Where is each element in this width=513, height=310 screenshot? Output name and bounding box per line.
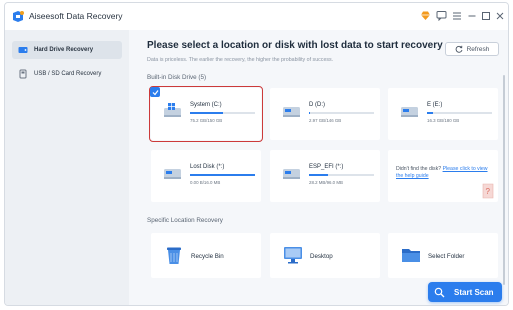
app-title: Aiseesoft Data Recovery <box>29 11 123 21</box>
svg-text:?: ? <box>486 187 491 196</box>
sidebar-item-label: Hard Drive Recovery <box>34 47 94 53</box>
hard-drive-icon <box>283 169 300 179</box>
drive-usage-bar <box>309 112 374 114</box>
checkmark-icon <box>152 89 158 95</box>
drive-usage-bar <box>309 174 374 176</box>
page-subtitle: Data is priceless. The earlier the recov… <box>147 57 334 63</box>
recycle-bin-icon <box>167 247 181 264</box>
drive-card-esp-efi[interactable]: ESP_EFI (*:) 28.2 MB/96.0 MB <box>270 150 380 202</box>
location-label: Select Folder <box>428 253 465 260</box>
scrollbar[interactable] <box>503 75 505 285</box>
menu-button[interactable] <box>450 8 464 23</box>
help-text: Didn't find the disk? Please click to vi… <box>396 166 491 180</box>
drive-card-lost-disk[interactable]: Lost Disk (*:) 0.00 B/16.0 MB <box>151 150 261 202</box>
minimize-button[interactable] <box>465 8 479 23</box>
minimize-icon <box>468 15 476 16</box>
drive-size: 75.2 GB/150 GB <box>190 118 223 123</box>
gift-button[interactable] <box>418 8 432 23</box>
drive-usage-bar <box>190 174 255 176</box>
drive-name: ESP_EFI (*:) <box>309 164 344 170</box>
feedback-button[interactable] <box>434 8 448 23</box>
desktop-monitor-icon <box>284 247 302 264</box>
builtin-disk-section-label: Built-in Disk Drive (5) <box>147 74 207 81</box>
drive-size: 2.97 GB/146 GB <box>309 118 342 123</box>
drive-name: D (D:) <box>309 102 325 108</box>
drive-size: 28.2 MB/96.0 MB <box>309 180 343 185</box>
app-logo-icon <box>13 11 24 22</box>
refresh-icon <box>455 45 463 53</box>
drive-card-e[interactable]: E (E:) 16.3 GB/180 GB <box>388 88 498 140</box>
drive-size: 0.00 B/16.0 MB <box>190 180 221 185</box>
scan-icon <box>434 287 445 297</box>
sidebar-item-label: USB / SD Card Recovery <box>34 71 102 77</box>
hard-drive-icon <box>283 107 300 117</box>
location-label: Desktop <box>310 253 333 260</box>
location-card-select-folder[interactable]: Select Folder <box>388 233 498 278</box>
help-document-icon: ? <box>482 183 494 199</box>
chat-icon <box>436 11 446 21</box>
start-scan-button[interactable]: Start Scan <box>428 282 502 302</box>
sidebar: Hard Drive Recovery USB / SD Card Recove… <box>5 30 129 305</box>
close-button[interactable] <box>493 8 507 23</box>
folder-icon <box>402 249 420 262</box>
maximize-icon <box>482 11 490 20</box>
drive-size: 16.3 GB/180 GB <box>427 118 460 123</box>
location-card-desktop[interactable]: Desktop <box>270 233 380 278</box>
drive-name: Lost Disk (*:) <box>190 164 225 170</box>
page-title: Please select a location or disk with lo… <box>147 40 443 51</box>
drive-usage-bar <box>427 112 492 114</box>
start-scan-label: Start Scan <box>454 287 494 297</box>
location-card-recycle-bin[interactable]: Recycle Bin <box>151 233 261 278</box>
close-icon <box>496 12 504 19</box>
maximize-button[interactable] <box>479 8 493 23</box>
specific-location-section-label: Specific Location Recovery <box>147 217 223 224</box>
main-panel: Please select a location or disk with lo… <box>129 30 508 305</box>
usb-drive-icon <box>19 69 27 79</box>
hard-drive-icon <box>18 47 28 53</box>
title-bar: Aiseesoft Data Recovery <box>5 3 508 30</box>
hard-drive-icon <box>164 169 181 179</box>
location-label: Recycle Bin <box>191 253 224 260</box>
app-window: Aiseesoft Data Recovery Hard Drive Recov… <box>4 2 509 306</box>
drive-name: E (E:) <box>427 102 443 108</box>
drive-usage-bar <box>190 112 255 114</box>
windows-drive-icon <box>164 103 181 117</box>
drive-card-system-c[interactable]: System (C:) 75.2 GB/150 GB <box>149 86 263 142</box>
gift-icon <box>420 11 430 20</box>
hard-drive-icon <box>401 107 418 117</box>
refresh-button[interactable]: Refresh <box>445 42 499 56</box>
sidebar-item-hard-drive-recovery[interactable]: Hard Drive Recovery <box>12 41 122 59</box>
hamburger-menu-icon <box>453 12 461 19</box>
help-card: Didn't find the disk? Please click to vi… <box>388 150 498 202</box>
checkbox-checked[interactable] <box>150 87 160 97</box>
refresh-label: Refresh <box>466 45 490 53</box>
help-prefix: Didn't find the disk? <box>396 166 443 172</box>
sidebar-item-usb-sd-card-recovery[interactable]: USB / SD Card Recovery <box>12 65 122 83</box>
drive-card-d[interactable]: D (D:) 2.97 GB/146 GB <box>270 88 380 140</box>
drive-name: System (C:) <box>190 102 222 108</box>
